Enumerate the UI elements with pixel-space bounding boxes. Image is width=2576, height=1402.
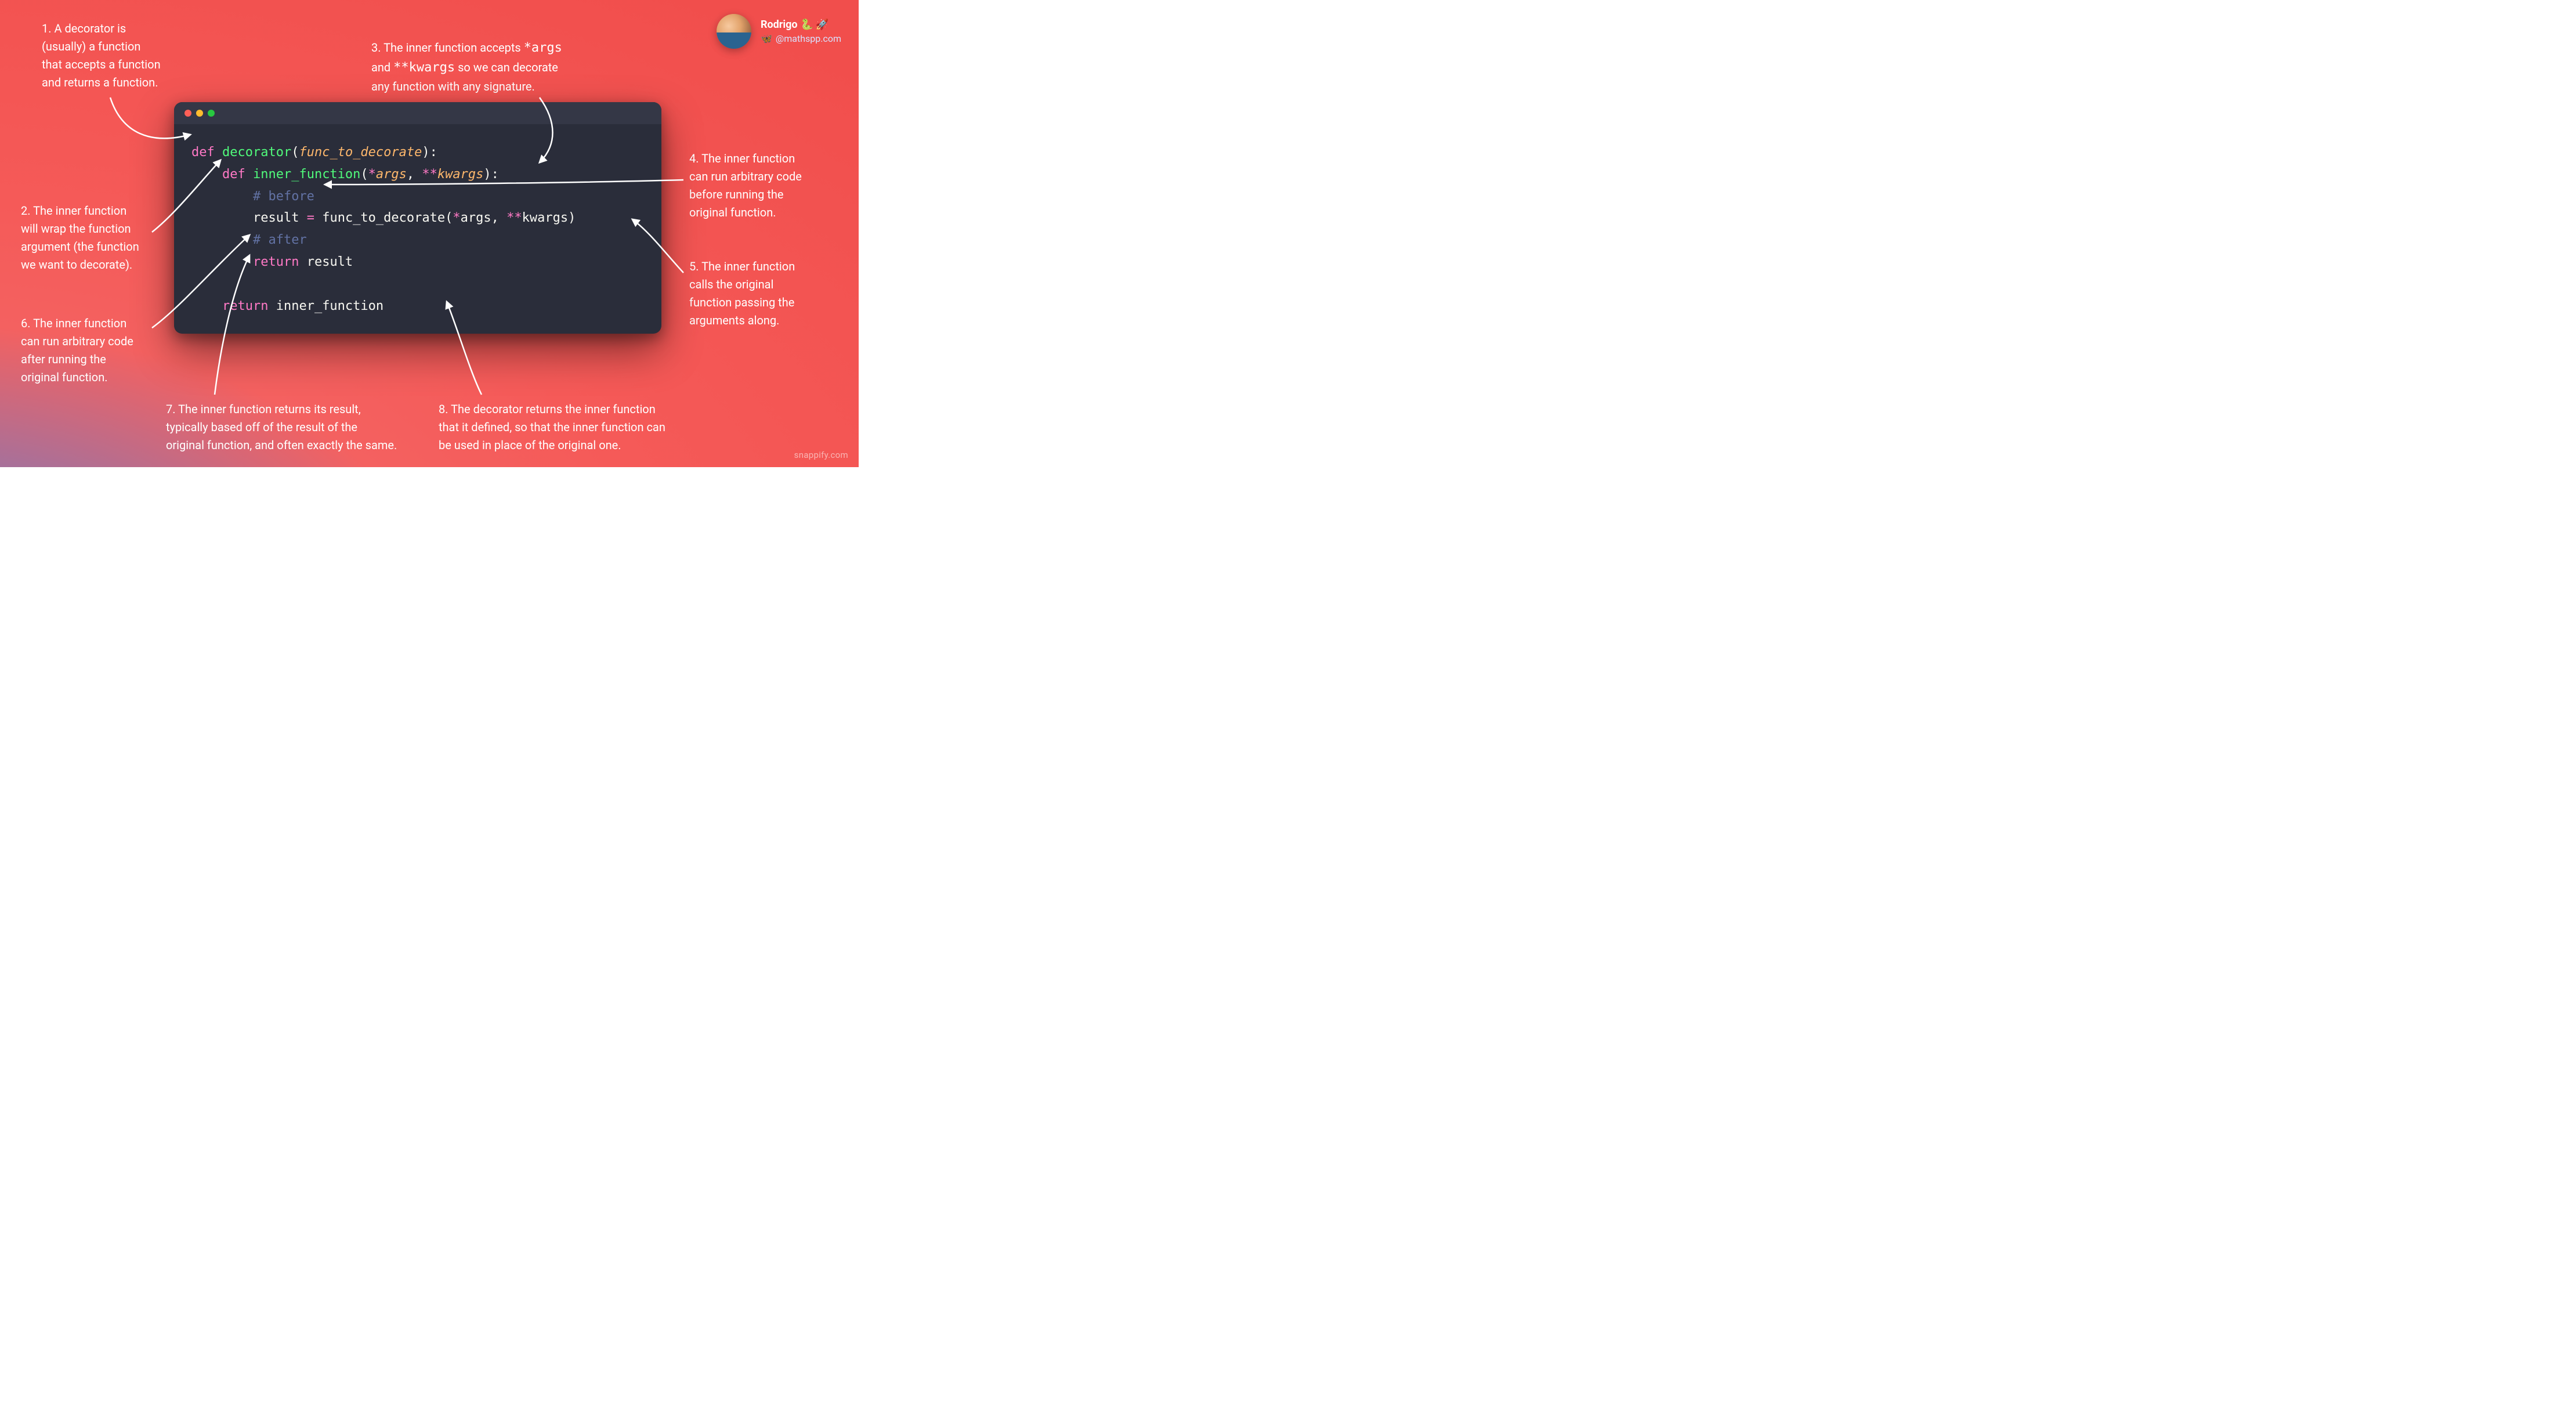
annotation-line: (usually) a function (42, 38, 161, 56)
annotation-line: original function, and often exactly the… (166, 436, 397, 454)
annotation-line: 4. The inner function (689, 150, 802, 168)
code-punc: ) (483, 167, 491, 182)
code-punc: ( (445, 211, 453, 225)
code-param-args: args (376, 167, 407, 182)
handle-text: @mathspp.com (776, 33, 841, 44)
code-star: ** (422, 167, 437, 182)
bluesky-icon: 🦋 (761, 33, 772, 44)
window-zoom-icon (208, 110, 215, 117)
code-param-kwargs: kwargs (437, 167, 483, 182)
annotation-line: calls the original (689, 276, 795, 294)
annotation-2: 2. The inner function will wrap the func… (21, 202, 139, 274)
annotation-line: arguments along. (689, 312, 795, 330)
window-minimize-icon (196, 110, 203, 117)
annotation-line: original function. (689, 204, 802, 222)
window-close-icon (184, 110, 191, 117)
profile-handle: 🦋 @mathspp.com (761, 33, 841, 44)
code-punc: , (407, 167, 414, 182)
annotation-1: 1. A decorator is (usually) a function t… (42, 20, 161, 92)
annotation-line: 8. The decorator returns the inner funct… (439, 400, 665, 418)
annotation-code: *args (524, 41, 562, 55)
annotation-line: and returns a function. (42, 74, 161, 92)
window-titlebar (174, 102, 661, 124)
avatar (717, 14, 751, 49)
annotation-8: 8. The decorator returns the inner funct… (439, 400, 665, 454)
annotation-line: we want to decorate). (21, 256, 139, 274)
annotation-line: any function with any signature. (371, 78, 562, 96)
code-star: ** (506, 211, 522, 225)
code-fn-decorator: decorator (222, 145, 291, 160)
annotation-line: can run arbitrary code (689, 168, 802, 186)
profile-text: Rodrigo 🐍 🚀 🦋 @mathspp.com (761, 19, 841, 44)
annotation-text: and (371, 60, 393, 74)
annotation-line: after running the (21, 351, 133, 368)
code-comment-before: # before (253, 189, 314, 204)
annotation-line: will wrap the function (21, 220, 139, 238)
annotation-4: 4. The inner function can run arbitrary … (689, 150, 802, 222)
annotation-line: 6. The inner function (21, 315, 133, 333)
annotation-line: before running the (689, 186, 802, 204)
code-comment-after: # after (253, 233, 307, 247)
watermark: snappify.com (794, 450, 848, 460)
code-name-inner: inner_function (276, 299, 383, 313)
profile-name: Rodrigo 🐍 🚀 (761, 19, 841, 31)
annotation-line: can run arbitrary code (21, 333, 133, 351)
annotation-line: original function. (21, 368, 133, 386)
code-window: def decorator(func_to_decorate): def inn… (174, 102, 661, 334)
annotation-line: 1. A decorator is (42, 20, 161, 38)
annotation-7: 7. The inner function returns its result… (166, 400, 397, 454)
code-args: args (461, 211, 491, 225)
annotation-3: 3. The inner function accepts *args and … (371, 38, 562, 96)
author-profile: Rodrigo 🐍 🚀 🦋 @mathspp.com (717, 14, 841, 49)
diagram-canvas: Rodrigo 🐍 🚀 🦋 @mathspp.com 1. A decorato… (0, 0, 859, 467)
code-eq: = (307, 211, 314, 225)
code-kw-def: def (222, 167, 245, 182)
annotation-5: 5. The inner function calls the original… (689, 258, 795, 330)
code-punc: ( (360, 167, 368, 182)
annotation-text: 3. The inner function accepts (371, 41, 524, 55)
annotation-line: and **kwargs so we can decorate (371, 58, 562, 78)
annotation-line: argument (the function (21, 238, 139, 256)
annotation-line: 7. The inner function returns its result… (166, 400, 397, 418)
code-fn-inner: inner_function (253, 167, 360, 182)
annotation-line: be used in place of the original one. (439, 436, 665, 454)
annotation-line: typically based off of the result of the (166, 418, 397, 436)
code-name-result: result (253, 211, 299, 225)
code-body: def decorator(func_to_decorate): def inn… (174, 124, 661, 334)
code-param-func: func_to_decorate (299, 145, 422, 160)
annotation-line: 3. The inner function accepts *args (371, 38, 562, 58)
annotation-code: **kwargs (393, 60, 455, 75)
code-punc: , (491, 211, 499, 225)
code-kw-return: return (222, 299, 268, 313)
annotation-text: so we can decorate (455, 60, 558, 74)
code-call-func: func_to_decorate (322, 211, 445, 225)
code-punc: : (491, 167, 499, 182)
code-punc: : (430, 145, 437, 160)
annotation-line: 5. The inner function (689, 258, 795, 276)
code-name-result: result (307, 255, 353, 269)
annotation-6: 6. The inner function can run arbitrary … (21, 315, 133, 386)
code-punc: ) (568, 211, 576, 225)
code-star: * (368, 167, 376, 182)
code-star: * (453, 211, 460, 225)
code-punc: ) (422, 145, 429, 160)
annotation-line: 2. The inner function (21, 202, 139, 220)
annotation-line: that accepts a function (42, 56, 161, 74)
code-punc: ( (291, 145, 299, 160)
code-kw-return: return (253, 255, 299, 269)
annotation-line: function passing the (689, 294, 795, 312)
code-kw-def: def (191, 145, 215, 160)
code-kwargs: kwargs (522, 211, 568, 225)
annotation-line: that it defined, so that the inner funct… (439, 418, 665, 436)
